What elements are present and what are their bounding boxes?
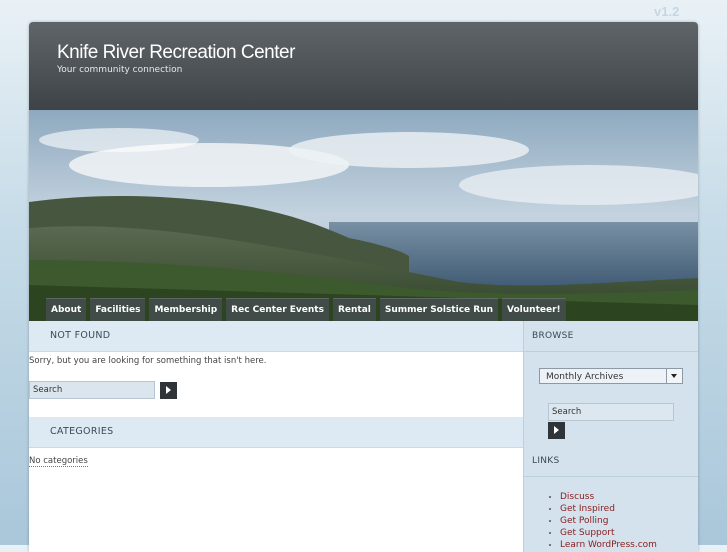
sidebar: BROWSE Monthly Archives LINKS Discuss Ge… <box>523 321 698 552</box>
arrow-right-icon <box>554 426 559 434</box>
chevron-down-icon <box>671 374 677 378</box>
link-learn-wordpress[interactable]: Learn WordPress.com <box>560 540 657 550</box>
nav-item-membership[interactable]: Membership <box>149 298 223 321</box>
categories-heading: CATEGORIES <box>29 417 523 448</box>
nav-item-rec-center-events[interactable]: Rec Center Events <box>226 298 329 321</box>
not-found-message: Sorry, but you are looking for something… <box>29 356 267 366</box>
monthly-archives-select[interactable]: Monthly Archives <box>539 368 683 384</box>
page-container: Knife River Recreation Center Your commu… <box>29 22 698 552</box>
not-found-heading: NOT FOUND <box>29 321 523 352</box>
links-heading: LINKS <box>524 446 698 477</box>
nav-item-about[interactable]: About <box>46 298 87 321</box>
header-banner-image <box>29 110 698 321</box>
list-item: Get Polling <box>560 515 657 527</box>
site-title[interactable]: Knife River Recreation Center <box>57 42 295 64</box>
nav-item-facilities[interactable]: Facilities <box>90 298 146 321</box>
main-search-input[interactable] <box>29 381 155 399</box>
version-label: v1.2 <box>654 4 680 19</box>
list-item: Get Inspired <box>560 503 657 515</box>
browse-heading: BROWSE <box>524 321 698 352</box>
site-tagline: Your community connection <box>57 65 183 75</box>
link-discuss[interactable]: Discuss <box>560 492 594 502</box>
list-item: Discuss <box>560 491 657 503</box>
sidebar-search-input[interactable] <box>548 403 674 421</box>
sidebar-search-submit-button[interactable] <box>548 422 565 439</box>
no-categories-text: No categories <box>29 456 88 467</box>
main-search-form <box>29 380 523 400</box>
nav-item-volunteer[interactable]: Volunteer! <box>502 298 566 321</box>
links-list: Discuss Get Inspired Get Polling Get Sup… <box>544 491 657 551</box>
main-navigation: About Facilities Membership Rec Center E… <box>46 298 566 321</box>
main-search-submit-button[interactable] <box>160 381 177 399</box>
arrow-right-icon <box>166 385 171 394</box>
nav-item-rental[interactable]: Rental <box>332 298 376 321</box>
archives-select-value: Monthly Archives <box>546 372 624 382</box>
dropdown-arrow[interactable] <box>666 369 682 383</box>
main-content: NOT FOUND Sorry, but you are looking for… <box>29 321 523 552</box>
list-item: Learn WordPress.com <box>560 539 657 551</box>
list-item: Get Support <box>560 527 657 539</box>
nav-item-summer-solstice-run[interactable]: Summer Solstice Run <box>379 298 499 321</box>
site-header: Knife River Recreation Center Your commu… <box>29 22 698 110</box>
link-get-polling[interactable]: Get Polling <box>560 516 608 526</box>
link-get-inspired[interactable]: Get Inspired <box>560 504 615 514</box>
link-get-support[interactable]: Get Support <box>560 528 614 538</box>
